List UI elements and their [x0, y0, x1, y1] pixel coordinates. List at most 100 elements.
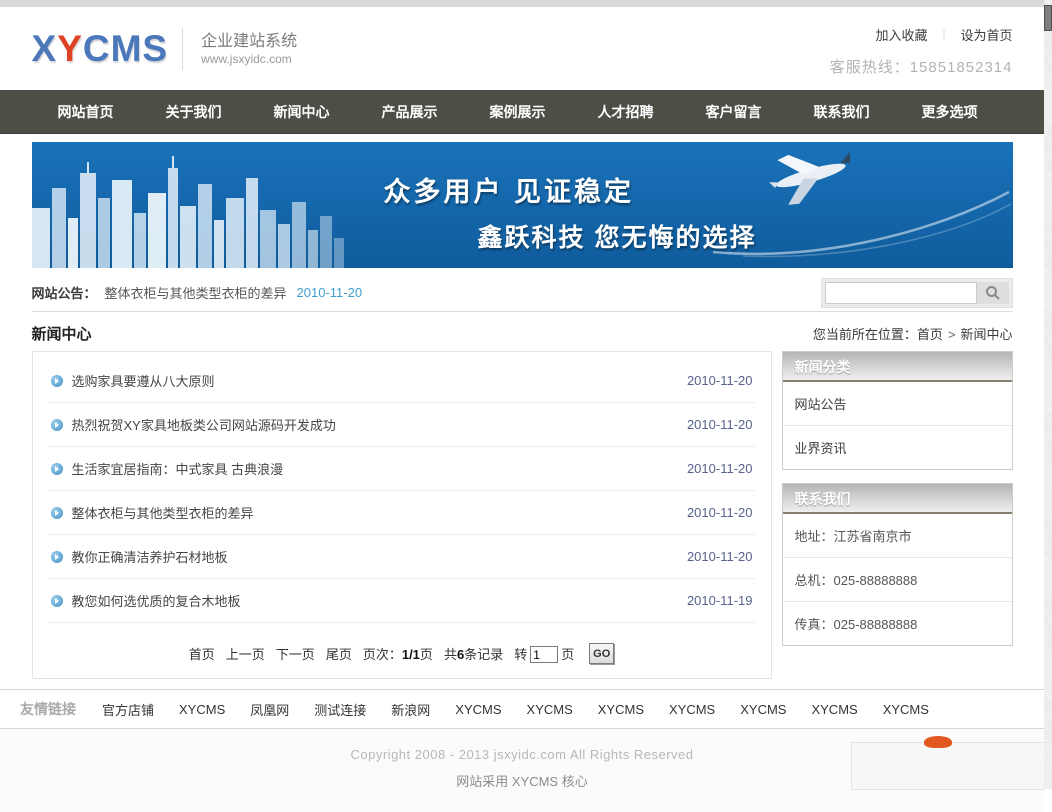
pagination-page-info: 页次：1/1页 — [363, 644, 433, 663]
go-button[interactable]: GO — [589, 643, 614, 664]
category-item-announcements[interactable]: 网站公告 — [783, 382, 1012, 426]
news-date: 2010-11-20 — [687, 461, 753, 476]
goto-page-input[interactable] — [530, 646, 558, 663]
banner-slogan-line1: 众多用户 见证稳定 — [384, 170, 635, 209]
top-strip — [0, 0, 1044, 7]
friend-links-label: 友情链接 — [20, 699, 76, 719]
add-favorite-link[interactable]: 加入收藏 — [875, 28, 927, 43]
friend-links-band: 友情链接 官方店铺 XYCMS 凤凰网 测试连接 新浪网 XYCMS XYCMS… — [0, 689, 1044, 729]
news-row: 整体衣柜与其他类型衣柜的差异 2010-11-20 — [49, 491, 755, 535]
sidebar: 新闻分类 网站公告 业界资讯 联系我们 地址：江苏省南京市 总机：025-888… — [782, 351, 1013, 646]
search-button[interactable] — [977, 282, 1009, 304]
breadcrumb-label: 您当前所在位置： — [813, 327, 917, 342]
arrow-bullet-icon — [51, 375, 63, 387]
pagination-goto: 转页 — [514, 644, 574, 664]
news-category-header: 新闻分类 — [783, 352, 1012, 382]
nav-item-cases[interactable]: 案例展示 — [464, 90, 572, 134]
friend-link[interactable]: XYCMS — [455, 702, 501, 717]
news-title-link[interactable]: 教你正确清洁养护石材地板 — [72, 547, 687, 566]
main-navbar: 网站首页 关于我们 新闻中心 产品展示 案例展示 人才招聘 客户留言 联系我们 … — [0, 90, 1044, 134]
city-skyline-graphic — [32, 156, 392, 268]
nav-item-guestbook[interactable]: 客户留言 — [680, 90, 788, 134]
pagination-last[interactable]: 尾页 — [326, 644, 352, 663]
news-title-link[interactable]: 生活家宜居指南：中式家具 古典浪漫 — [72, 459, 687, 478]
notice-date: 2010-11-20 — [297, 285, 363, 300]
scrollbar-thumb[interactable] — [1044, 5, 1052, 31]
friend-link[interactable]: 新浪网 — [391, 700, 430, 719]
category-item-industry-news[interactable]: 业界资讯 — [783, 426, 1012, 469]
nav-item-products[interactable]: 产品展示 — [356, 90, 464, 134]
news-title-link[interactable]: 整体衣柜与其他类型衣柜的差异 — [72, 503, 687, 522]
widget-orange-icon — [924, 736, 952, 748]
notice-link[interactable]: 整体衣柜与其他类型衣柜的差异 — [105, 283, 287, 302]
nav-item-news[interactable]: 新闻中心 — [248, 90, 356, 134]
news-date: 2010-11-19 — [687, 593, 753, 608]
friend-link[interactable]: 测试连接 — [314, 700, 366, 719]
search-input[interactable] — [825, 282, 977, 304]
service-hotline: 客服热线：15851852314 — [830, 56, 1013, 77]
friend-link[interactable]: 凤凰网 — [250, 700, 289, 719]
friend-link[interactable]: XYCMS — [598, 702, 644, 717]
friend-link[interactable]: XYCMS — [811, 702, 857, 717]
banner-slogan-line2: 鑫跃科技 您无悔的选择 — [478, 218, 757, 254]
hero-banner: 众多用户 见证稳定 鑫跃科技 您无悔的选择 — [32, 142, 1013, 268]
nav-item-jobs[interactable]: 人才招聘 — [572, 90, 680, 134]
logo-letters-cms: CMS — [83, 28, 168, 69]
contact-fax: 传真：025-88888888 — [783, 602, 1012, 645]
arrow-bullet-icon — [51, 551, 63, 563]
brand-block: 企业建站系统 www.jsxyidc.com — [201, 31, 297, 67]
breadcrumb-current: 新闻中心 — [960, 327, 1012, 342]
nav-item-more[interactable]: 更多选项 — [896, 90, 1004, 134]
friend-link[interactable]: XYCMS — [669, 702, 715, 717]
pagination-next[interactable]: 下一页 — [276, 644, 315, 663]
news-row: 教你正确清洁养护石材地板 2010-11-20 — [49, 535, 755, 579]
logo-divider — [182, 28, 183, 70]
news-date: 2010-11-20 — [687, 549, 753, 564]
news-list: 选购家具要遵从八大原则 2010-11-20 热烈祝贺XY家具地板类公司网站源码… — [49, 359, 755, 623]
friend-link[interactable]: 官方店铺 — [102, 700, 154, 719]
arrow-bullet-icon — [51, 419, 63, 431]
arrow-bullet-icon — [51, 595, 63, 607]
site-header: XYCMS 企业建站系统 www.jsxyidc.com 加入收藏｜设为首页 客… — [0, 7, 1044, 90]
friend-link[interactable]: XYCMS — [527, 702, 573, 717]
friend-link[interactable]: XYCMS — [740, 702, 786, 717]
brand-url: www.jsxyidc.com — [201, 52, 297, 66]
pagination: 首页 上一页 下一页 尾页 页次：1/1页 共6条记录 转页 GO — [49, 623, 755, 664]
search-group — [821, 278, 1013, 308]
news-title-link[interactable]: 选购家具要遵从八大原则 — [72, 371, 687, 390]
breadcrumb: 您当前所在位置：首页 > 新闻中心 — [813, 324, 1013, 343]
nav-item-about[interactable]: 关于我们 — [140, 90, 248, 134]
logo-letter-x: X — [32, 28, 58, 69]
floating-widget[interactable] — [851, 742, 1045, 790]
news-date: 2010-11-20 — [687, 505, 753, 520]
pagination-prev[interactable]: 上一页 — [226, 644, 265, 663]
news-row: 选购家具要遵从八大原则 2010-11-20 — [49, 359, 755, 403]
page: XYCMS 企业建站系统 www.jsxyidc.com 加入收藏｜设为首页 客… — [0, 0, 1044, 812]
news-category-box: 新闻分类 网站公告 业界资讯 — [782, 351, 1013, 470]
arrow-bullet-icon — [51, 507, 63, 519]
vertical-scrollbar[interactable] — [1044, 0, 1052, 789]
news-title-link[interactable]: 教您如何选优质的复合木地板 — [72, 591, 687, 610]
news-row: 教您如何选优质的复合木地板 2010-11-19 — [49, 579, 755, 623]
news-list-panel: 选购家具要遵从八大原则 2010-11-20 热烈祝贺XY家具地板类公司网站源码… — [32, 351, 772, 679]
nav-item-contact[interactable]: 联系我们 — [788, 90, 896, 134]
contact-address: 地址：江苏省南京市 — [783, 514, 1012, 558]
news-row: 热烈祝贺XY家具地板类公司网站源码开发成功 2010-11-20 — [49, 403, 755, 447]
news-date: 2010-11-20 — [687, 417, 753, 432]
nav-item-home[interactable]: 网站首页 — [32, 90, 140, 134]
logo-letter-y: Y — [57, 28, 83, 69]
friend-link[interactable]: XYCMS — [883, 702, 929, 717]
news-title-link[interactable]: 热烈祝贺XY家具地板类公司网站源码开发成功 — [72, 415, 687, 434]
pagination-total-info: 共6条记录 — [444, 644, 503, 663]
breadcrumb-separator: > — [948, 327, 956, 342]
airplane-icon — [757, 144, 861, 208]
site-logo[interactable]: XYCMS — [32, 28, 169, 70]
notice-bar: 网站公告： 整体衣柜与其他类型衣柜的差异 2010-11-20 — [32, 276, 1013, 312]
header-top-links: 加入收藏｜设为首页 — [830, 25, 1013, 44]
set-homepage-link[interactable]: 设为首页 — [960, 28, 1012, 43]
friend-link[interactable]: XYCMS — [179, 702, 225, 717]
news-date: 2010-11-20 — [687, 373, 753, 388]
breadcrumb-home-link[interactable]: 首页 — [917, 327, 943, 342]
pagination-first[interactable]: 首页 — [189, 644, 215, 663]
contact-phone: 总机：025-88888888 — [783, 558, 1012, 602]
